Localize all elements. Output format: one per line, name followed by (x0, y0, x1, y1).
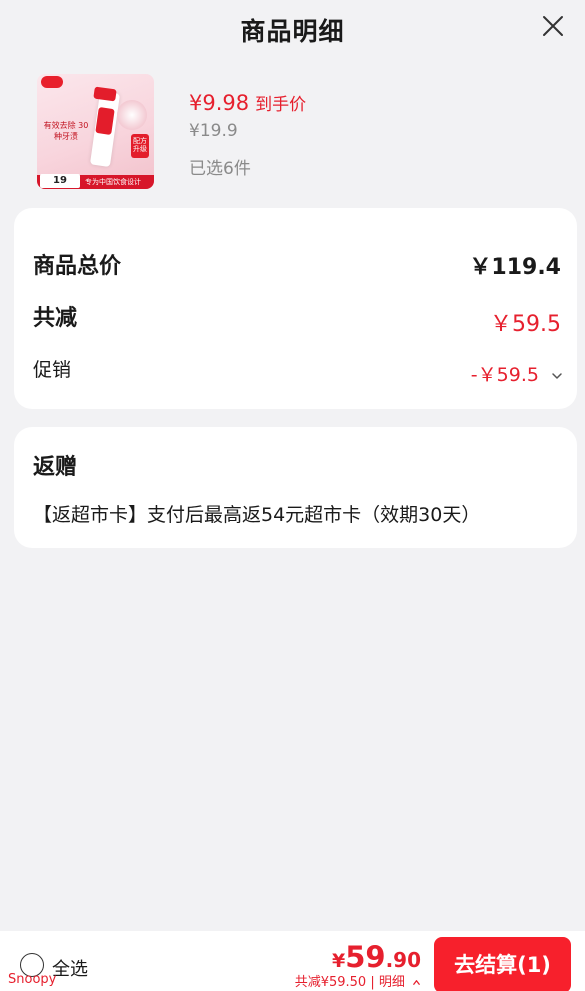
watermark: Snoopy (8, 972, 57, 987)
selected-count: 已选6件 (189, 159, 251, 179)
pay-detail-link[interactable]: 共减¥59.50 | 明细 (295, 971, 421, 990)
pay-amount: ¥59.90 (332, 940, 421, 974)
thumb-badge: 配方 升级 (131, 134, 149, 158)
product-info: 有效去除 30种牙渍 配方 升级 专为中国饮食设计 19 ¥9.98 到手价 ¥1… (0, 66, 585, 196)
brand-logo (41, 76, 63, 88)
total-value: ￥119.4 (469, 255, 561, 280)
pay-integer: 59 (345, 940, 386, 974)
thumb-price-tag: 19 (40, 174, 80, 188)
pay-detail-text: 共减¥59.50 | 明细 (294, 975, 405, 990)
header: 商品明细 (0, 0, 585, 58)
original-price: ¥19.9 (189, 121, 238, 141)
price-line: ¥9.98 到手价 (189, 90, 306, 115)
promo-value: -￥59.5 (470, 364, 539, 386)
reduce-value: ￥59.5 (490, 312, 561, 337)
product-thumbnail[interactable]: 有效去除 30种牙渍 配方 升级 专为中国饮食设计 19 (37, 74, 154, 189)
pay-currency: ¥ (331, 950, 346, 972)
flower-graphic (117, 100, 147, 130)
chevron-up-icon (413, 980, 420, 985)
gift-title: 返赠 (33, 455, 78, 480)
select-all-label[interactable]: 全选 (52, 955, 88, 981)
thumb-bottom-text: 专为中国饮食设计 (85, 178, 141, 186)
chevron-down-icon[interactable] (551, 370, 563, 382)
promo-row[interactable]: -￥59.5 (471, 360, 563, 387)
page-title: 商品明细 (240, 17, 345, 46)
promo-label: 促销 (33, 359, 72, 381)
toothpaste-cap (93, 86, 117, 102)
reduce-label: 共减 (33, 306, 78, 331)
checkout-button[interactable]: 去结算(1) (434, 937, 571, 991)
final-price-label: 到手价 (255, 95, 307, 115)
bottom-bar: 全选 Snoopy ¥59.90 共减¥59.50 | 明细 去结算(1) (0, 931, 585, 991)
final-price: ¥9.98 (189, 91, 250, 115)
thumb-promo-text: 有效去除 30种牙渍 (43, 121, 89, 141)
gift-card: 返赠 【返超市卡】支付后最高返54元超市卡（效期30天） (14, 427, 577, 548)
pay-decimal: .90 (385, 948, 421, 972)
total-label: 商品总价 (33, 254, 122, 279)
product-detail-page: 商品明细 有效去除 30种牙渍 配方 升级 专为中国饮食设计 19 ¥9.98 到… (0, 0, 585, 991)
close-icon[interactable] (541, 14, 565, 38)
price-summary-card: 商品总价 ￥119.4 共减 ￥59.5 促销 -￥59.5 (14, 208, 577, 409)
gift-description: 【返超市卡】支付后最高返54元超市卡（效期30天） (33, 504, 481, 526)
